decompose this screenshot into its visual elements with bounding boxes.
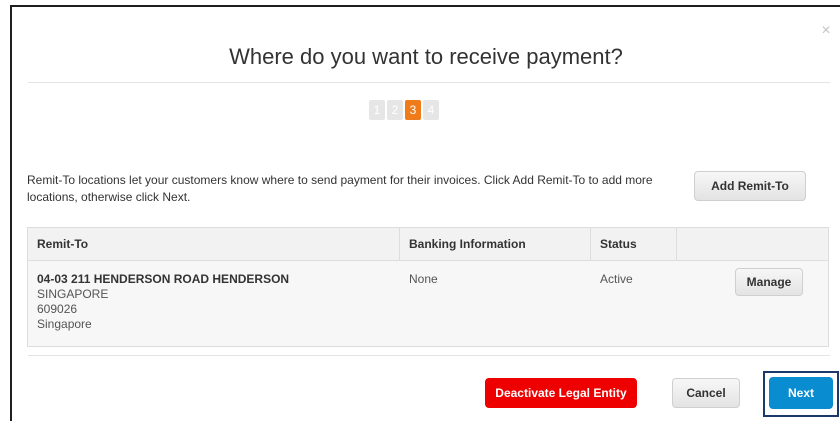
intro-text: Remit-To locations let your customers kn… xyxy=(27,173,653,204)
step-2: 2 xyxy=(387,100,403,120)
close-icon[interactable]: × xyxy=(818,23,834,39)
remit-to-address: 04-03 211 HENDERSON ROAD HENDERSON SINGA… xyxy=(28,261,400,346)
address-line-2: SINGAPORE xyxy=(37,287,109,301)
table-row: 04-03 211 HENDERSON ROAD HENDERSON SINGA… xyxy=(28,260,828,346)
address-line-1: 04-03 211 HENDERSON ROAD HENDERSON xyxy=(37,272,290,286)
table-header: Remit-To Banking Information Status xyxy=(28,228,828,260)
column-header-remit-to: Remit-To xyxy=(28,228,400,260)
address-line-4: Singapore xyxy=(37,317,92,331)
step-4: 4 xyxy=(423,100,439,120)
add-remit-to-button[interactable]: Add Remit-To xyxy=(694,171,806,201)
status-value: Active xyxy=(600,272,633,286)
next-button[interactable]: Next xyxy=(769,377,833,409)
payment-dialog: × Where do you want to receive payment? … xyxy=(10,5,840,421)
cancel-button[interactable]: Cancel xyxy=(672,378,740,408)
column-header-banking: Banking Information xyxy=(400,228,591,260)
deactivate-legal-entity-button[interactable]: Deactivate Legal Entity xyxy=(485,378,637,408)
dialog-title: Where do you want to receive payment? xyxy=(229,44,623,69)
column-header-actions xyxy=(677,228,828,260)
row-actions: Manage xyxy=(677,261,828,346)
step-indicator: 1 2 3 4 xyxy=(369,100,439,120)
title-divider xyxy=(28,82,830,83)
page-backdrop xyxy=(0,0,10,421)
remit-to-table: Remit-To Banking Information Status 04-0… xyxy=(27,227,829,347)
footer-divider xyxy=(28,355,830,356)
banking-information: None xyxy=(409,272,438,286)
manage-button[interactable]: Manage xyxy=(735,268,803,296)
column-header-status: Status xyxy=(591,228,677,260)
address-line-3: 609026 xyxy=(37,302,78,316)
step-1: 1 xyxy=(369,100,385,120)
step-3-current: 3 xyxy=(405,100,421,120)
